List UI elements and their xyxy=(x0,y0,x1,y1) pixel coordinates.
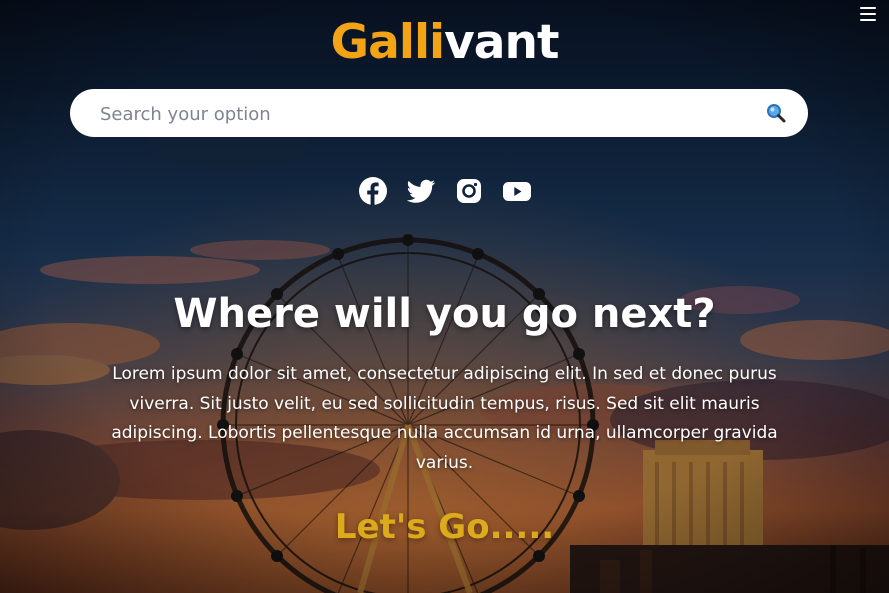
twitter-icon xyxy=(406,179,435,203)
twitter-link[interactable] xyxy=(406,176,436,206)
magnifying-glass-icon[interactable] xyxy=(766,103,786,123)
hero-headline: Where will you go next? xyxy=(173,291,716,337)
lets-go-button[interactable]: Let's Go..... xyxy=(0,503,889,551)
hero-content: Gallivant Search your option Where will … xyxy=(0,0,889,593)
youtube-link[interactable] xyxy=(502,176,532,206)
search-bar xyxy=(70,89,808,139)
search-input[interactable] xyxy=(98,89,742,139)
social-links xyxy=(0,176,889,206)
logo-part-1: Galli xyxy=(330,15,446,70)
logo[interactable]: Gallivant xyxy=(0,14,889,72)
instagram-icon xyxy=(456,179,481,203)
facebook-icon xyxy=(358,177,387,205)
hero-description: Lorem ipsum dolor sit amet, consectetur … xyxy=(111,364,778,473)
instagram-link[interactable] xyxy=(454,176,484,206)
facebook-link[interactable] xyxy=(358,176,388,206)
youtube-icon xyxy=(502,182,531,201)
logo-part-2: vant xyxy=(444,15,559,70)
